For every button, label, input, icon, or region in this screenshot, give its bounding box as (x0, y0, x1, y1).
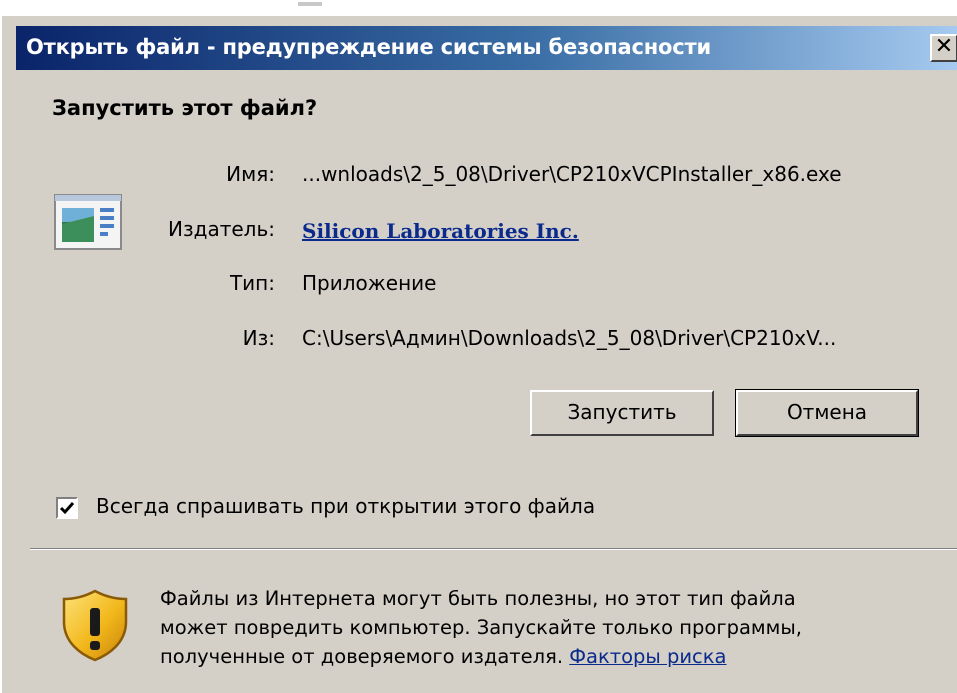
name-label: Имя: (226, 162, 275, 186)
warning-line-1: Файлы из Интернета могут быть полезны, н… (160, 587, 796, 610)
close-button[interactable]: ✕ (930, 34, 957, 62)
type-label: Тип: (229, 271, 275, 295)
type-value: Приложение (302, 271, 437, 295)
from-label: Из: (242, 326, 275, 350)
close-icon: ✕ (934, 34, 954, 59)
cancel-button[interactable]: Отмена (735, 389, 919, 437)
from-value: C:\Users\Админ\Downloads\2_5_08\Driver\C… (302, 326, 837, 350)
separator (30, 548, 957, 550)
publisher-label: Издатель: (168, 217, 275, 241)
risk-factors-link[interactable]: Факторы риска (569, 645, 726, 668)
top-mark (298, 2, 322, 6)
name-value: ...wnloads\2_5_08\Driver\CP210xVCPInstal… (302, 162, 842, 186)
security-warning-text: Файлы из Интернета могут быть полезны, н… (160, 584, 950, 671)
publisher-value: Silicon Laboratories Inc. (302, 219, 579, 243)
screen-top-strip (0, 0, 957, 14)
warning-line-2: может повредить компьютер. Запускайте то… (160, 616, 802, 639)
publisher-link[interactable]: Silicon Laboratories Inc. (302, 219, 579, 243)
warning-line-3-text: полученные от доверяемого издателя. (160, 645, 570, 668)
checkmark-icon (59, 502, 75, 515)
window-title: Открыть файл - предупреждение системы бе… (26, 35, 712, 59)
always-ask-label: Всегда спрашивать при открытии этого фай… (96, 494, 596, 518)
title-bar[interactable]: Открыть файл - предупреждение системы бе… (16, 26, 957, 70)
run-button[interactable]: Запустить (530, 390, 714, 436)
question-heading: Запустить этот файл? (52, 96, 318, 120)
security-warning-dialog: Открыть файл - предупреждение системы бе… (0, 14, 957, 693)
warning-line-3: полученные от доверяемого издателя. Факт… (160, 642, 950, 671)
security-warning-shield-icon (62, 589, 128, 662)
always-ask-checkbox[interactable] (56, 497, 78, 519)
